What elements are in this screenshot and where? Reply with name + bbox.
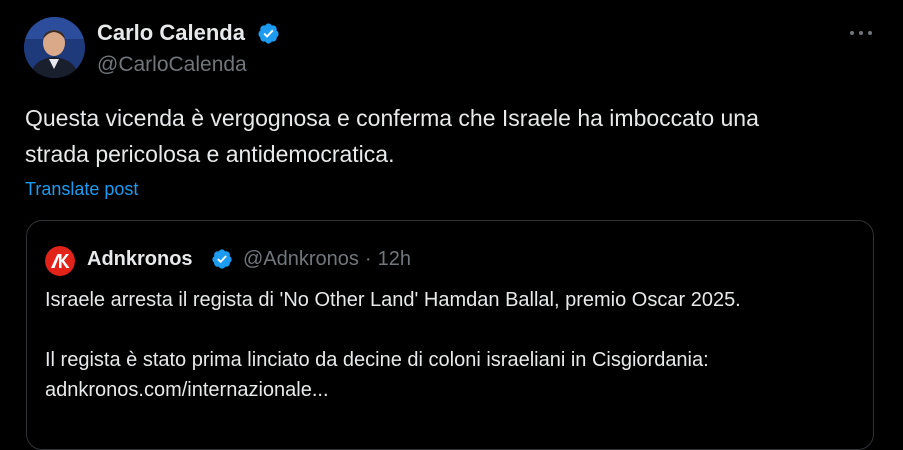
verified-badge-icon — [258, 23, 279, 44]
quoted-post-time[interactable]: 12h — [378, 248, 411, 270]
quoted-text-line: adnkronos.com/internazionale... — [45, 379, 329, 401]
post-text: Questa vicenda è vergognosa e conferma c… — [25, 100, 875, 172]
translate-post-link[interactable]: Translate post — [25, 178, 138, 200]
adnkronos-logo-icon — [45, 246, 75, 276]
post-text-line: Questa vicenda è vergognosa e conferma c… — [25, 105, 759, 131]
quoted-author-avatar[interactable] — [45, 246, 75, 276]
author-name[interactable]: Carlo Calenda — [97, 20, 245, 46]
quoted-author-name[interactable]: Adnkronos — [87, 246, 193, 272]
meta-separator: · — [364, 248, 372, 270]
tweet: Carlo Calenda @CarloCalenda Questa vicen… — [0, 0, 903, 450]
quoted-post-text: Israele arresta il regista di 'No Other … — [45, 285, 860, 405]
quoted-text-paragraph: Israele arresta il regista di 'No Other … — [45, 289, 741, 311]
quoted-post-card[interactable]: Adnkronos @Adnkronos · 12h Israele arresta… — [26, 220, 874, 450]
more-horizontal-icon[interactable] — [846, 26, 876, 40]
avatar[interactable] — [24, 17, 85, 78]
quoted-author-handle[interactable]: @Adnkronos — [243, 248, 359, 270]
verified-badge-icon — [212, 249, 232, 269]
quoted-post-meta: @Adnkronos · 12h — [243, 247, 411, 271]
profile-photo — [24, 17, 85, 78]
author-handle[interactable]: @CarloCalenda — [97, 53, 247, 77]
quoted-text-line: Il regista è stato prima linciato da dec… — [45, 349, 709, 371]
post-text-line: strada pericolosa e antidemocratica. — [25, 141, 395, 167]
